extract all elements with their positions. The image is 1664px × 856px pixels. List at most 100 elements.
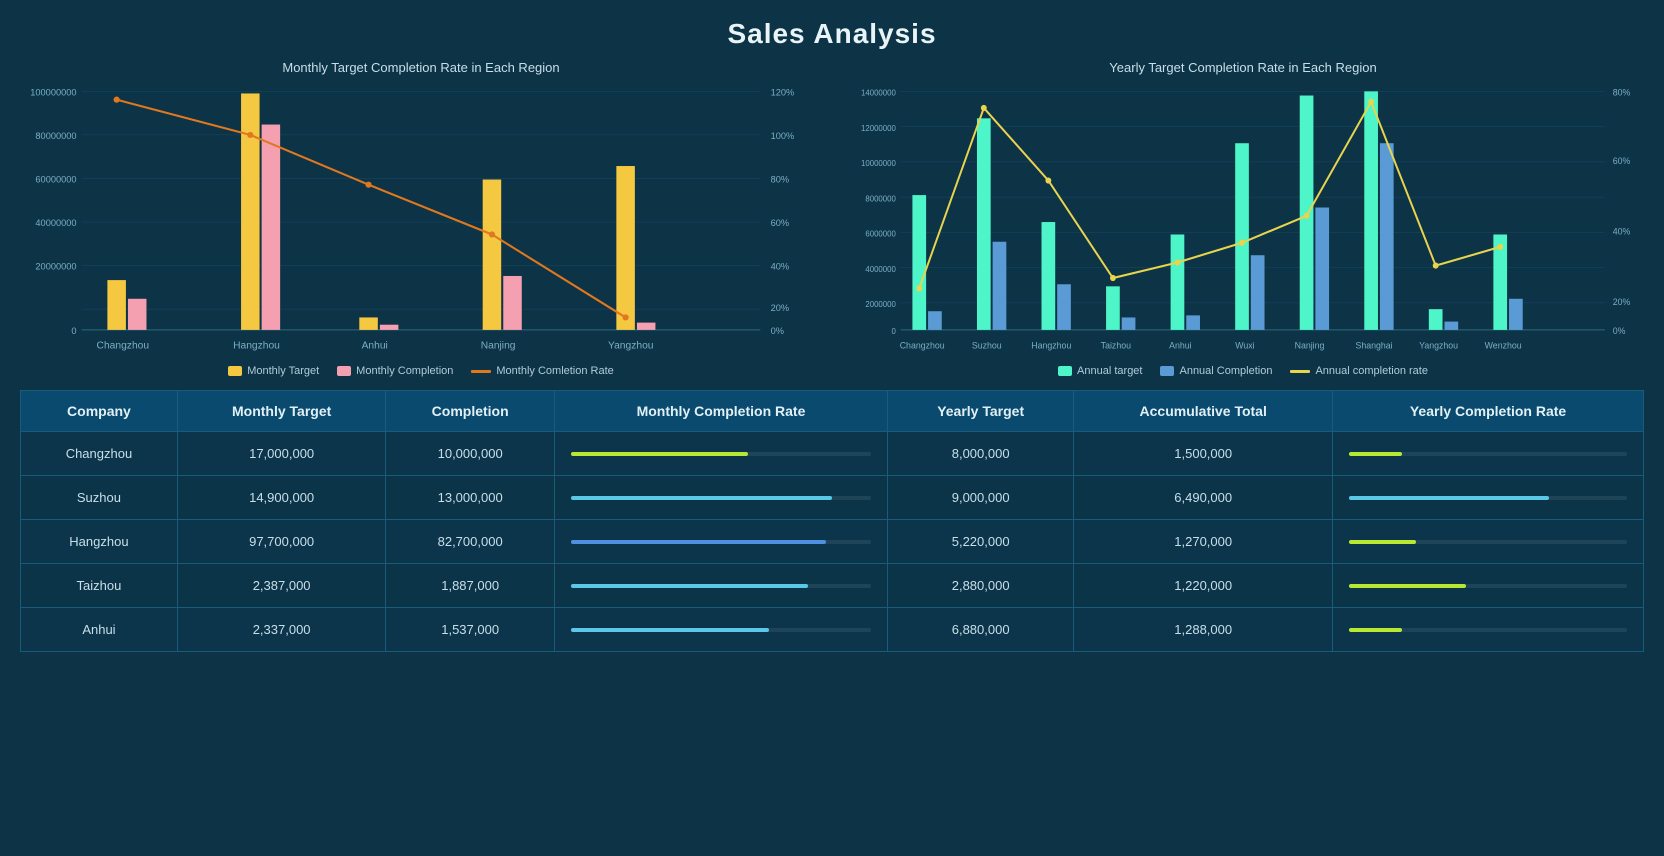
svg-text:0%: 0% bbox=[1613, 326, 1626, 336]
svg-text:6000000: 6000000 bbox=[865, 229, 896, 238]
cell-completion: 1,887,000 bbox=[386, 564, 555, 608]
legend-monthly-target-label: Monthly Target bbox=[247, 365, 319, 377]
svg-text:80%: 80% bbox=[771, 175, 789, 185]
svg-text:60000000: 60000000 bbox=[35, 175, 76, 185]
table-row: Changzhou17,000,00010,000,0008,000,0001,… bbox=[21, 432, 1644, 476]
svg-text:Hangzhou: Hangzhou bbox=[1031, 340, 1071, 350]
cell-company: Taizhou bbox=[21, 564, 178, 608]
table-row: Anhui2,337,0001,537,0006,880,0001,288,00… bbox=[21, 608, 1644, 652]
cell-monthly-target: 97,700,000 bbox=[177, 520, 386, 564]
svg-text:Yangzhou: Yangzhou bbox=[608, 341, 654, 352]
legend-annual-target-label: Annual target bbox=[1077, 365, 1142, 377]
col-yearly-rate: Yearly Completion Rate bbox=[1333, 391, 1644, 432]
svg-text:100%: 100% bbox=[771, 131, 795, 141]
table-header-row: Company Monthly Target Completion Monthl… bbox=[21, 391, 1644, 432]
legend-annual-completion-label: Annual Completion bbox=[1179, 365, 1272, 377]
right-chart-legend: Annual target Annual Completion Annual c… bbox=[842, 365, 1644, 377]
cell-monthly-target: 14,900,000 bbox=[177, 476, 386, 520]
cell-yearly-rate bbox=[1333, 476, 1644, 520]
svg-text:100000000: 100000000 bbox=[30, 87, 76, 97]
svg-text:Shanghai: Shanghai bbox=[1355, 340, 1392, 350]
legend-annual-completion-icon bbox=[1160, 366, 1174, 376]
svg-text:Suzhou: Suzhou bbox=[972, 340, 1002, 350]
left-chart-title: Monthly Target Completion Rate in Each R… bbox=[20, 60, 822, 75]
legend-annual-rate-icon bbox=[1290, 370, 1310, 373]
col-yearly-target: Yearly Target bbox=[888, 391, 1074, 432]
svg-text:40%: 40% bbox=[1613, 226, 1631, 236]
page-title: Sales Analysis bbox=[0, 0, 1664, 60]
svg-text:Wuxi: Wuxi bbox=[1235, 340, 1254, 350]
cell-company: Anhui bbox=[21, 608, 178, 652]
legend-monthly-rate-label: Monthly Comletion Rate bbox=[496, 365, 613, 377]
cell-accum-total: 6,490,000 bbox=[1074, 476, 1333, 520]
cell-monthly-target: 17,000,000 bbox=[177, 432, 386, 476]
cell-monthly-rate bbox=[554, 564, 887, 608]
charts-row: Monthly Target Completion Rate in Each R… bbox=[0, 60, 1664, 380]
cell-completion: 82,700,000 bbox=[386, 520, 555, 564]
cell-completion: 1,537,000 bbox=[386, 608, 555, 652]
cell-yearly-rate bbox=[1333, 520, 1644, 564]
svg-text:Changzhou: Changzhou bbox=[97, 341, 150, 352]
col-monthly-rate: Monthly Completion Rate bbox=[554, 391, 887, 432]
legend-monthly-rate-icon bbox=[471, 370, 491, 373]
cell-yearly-rate bbox=[1333, 432, 1644, 476]
legend-annual-rate: Annual completion rate bbox=[1290, 365, 1428, 377]
legend-monthly-completion: Monthly Completion bbox=[337, 365, 453, 377]
svg-text:Wenzhou: Wenzhou bbox=[1485, 340, 1522, 350]
cell-completion: 10,000,000 bbox=[386, 432, 555, 476]
svg-text:Nanjing: Nanjing bbox=[1295, 340, 1325, 350]
svg-text:0: 0 bbox=[891, 327, 896, 336]
svg-text:80000000: 80000000 bbox=[35, 131, 76, 141]
col-completion: Completion bbox=[386, 391, 555, 432]
cell-company: Suzhou bbox=[21, 476, 178, 520]
left-chart-svg: 100000000 80000000 60000000 40000000 200… bbox=[20, 81, 822, 361]
svg-text:2000000: 2000000 bbox=[865, 300, 896, 309]
svg-text:Changzhou: Changzhou bbox=[900, 340, 945, 350]
svg-text:120%: 120% bbox=[771, 87, 795, 97]
legend-annual-rate-label: Annual completion rate bbox=[1315, 365, 1428, 377]
cell-company: Changzhou bbox=[21, 432, 178, 476]
cell-company: Hangzhou bbox=[21, 520, 178, 564]
cell-completion: 13,000,000 bbox=[386, 476, 555, 520]
cell-accum-total: 1,270,000 bbox=[1074, 520, 1333, 564]
cell-monthly-rate bbox=[554, 432, 887, 476]
svg-text:Hangzhou: Hangzhou bbox=[233, 341, 280, 352]
svg-text:8000000: 8000000 bbox=[865, 194, 896, 203]
svg-text:20000000: 20000000 bbox=[35, 262, 76, 272]
col-accum-total: Accumulative Total bbox=[1074, 391, 1333, 432]
svg-text:Anhui: Anhui bbox=[362, 341, 388, 352]
left-chart-legend: Monthly Target Monthly Completion Monthl… bbox=[20, 365, 822, 377]
left-chart: Monthly Target Completion Rate in Each R… bbox=[20, 60, 822, 380]
cell-accum-total: 1,288,000 bbox=[1074, 608, 1333, 652]
svg-text:0%: 0% bbox=[771, 326, 784, 336]
legend-monthly-rate: Monthly Comletion Rate bbox=[471, 365, 613, 377]
svg-text:12000000: 12000000 bbox=[861, 124, 896, 133]
svg-text:10000000: 10000000 bbox=[861, 159, 896, 168]
svg-text:20%: 20% bbox=[771, 303, 789, 313]
cell-yearly-target: 9,000,000 bbox=[888, 476, 1074, 520]
svg-text:Taizhou: Taizhou bbox=[1101, 340, 1131, 350]
legend-annual-target: Annual target bbox=[1058, 365, 1142, 377]
legend-monthly-completion-icon bbox=[337, 366, 351, 376]
right-chart: Yearly Target Completion Rate in Each Re… bbox=[842, 60, 1644, 380]
svg-text:0: 0 bbox=[71, 326, 76, 336]
svg-text:80%: 80% bbox=[1613, 87, 1631, 97]
right-chart-area: 14000000 12000000 10000000 8000000 60000… bbox=[842, 81, 1644, 361]
cell-monthly-rate bbox=[554, 608, 887, 652]
svg-text:14000000: 14000000 bbox=[861, 88, 896, 97]
cell-monthly-rate bbox=[554, 520, 887, 564]
legend-annual-target-icon bbox=[1058, 366, 1072, 376]
cell-yearly-target: 6,880,000 bbox=[888, 608, 1074, 652]
right-chart-title: Yearly Target Completion Rate in Each Re… bbox=[842, 60, 1644, 75]
legend-monthly-completion-label: Monthly Completion bbox=[356, 365, 453, 377]
legend-annual-completion: Annual Completion bbox=[1160, 365, 1272, 377]
col-monthly-target: Monthly Target bbox=[177, 391, 386, 432]
left-chart-area: 100000000 80000000 60000000 40000000 200… bbox=[20, 81, 822, 361]
table-row: Suzhou14,900,00013,000,000 9,000,0006,490… bbox=[21, 476, 1644, 520]
table-row: Taizhou2,387,0001,887,0002,880,0001,220,… bbox=[21, 564, 1644, 608]
svg-text:Nanjing: Nanjing bbox=[481, 341, 516, 352]
col-company: Company bbox=[21, 391, 178, 432]
svg-text:20%: 20% bbox=[1613, 297, 1631, 307]
cell-yearly-target: 2,880,000 bbox=[888, 564, 1074, 608]
svg-text:4000000: 4000000 bbox=[865, 265, 896, 274]
